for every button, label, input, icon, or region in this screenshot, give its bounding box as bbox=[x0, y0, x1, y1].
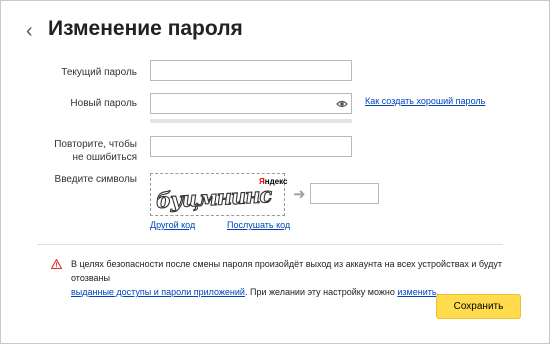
current-password-label: Текущий пароль bbox=[61, 67, 137, 78]
warning-text-1: В целях безопасности после смены пароля … bbox=[71, 259, 502, 283]
current-password-input[interactable] bbox=[150, 60, 352, 81]
warning-text-2: . При желании эту настройку можно bbox=[244, 287, 398, 297]
captcha-input[interactable] bbox=[310, 183, 379, 204]
captcha-text: буцмнинс bbox=[155, 181, 272, 213]
new-password-input[interactable] bbox=[150, 93, 352, 114]
repeat-label-line1: Повторите, чтобы bbox=[54, 139, 137, 150]
eye-icon[interactable] bbox=[336, 98, 348, 110]
page-title: Изменение пароля bbox=[48, 17, 243, 40]
warning-icon bbox=[51, 259, 62, 269]
save-button[interactable]: Сохранить bbox=[436, 294, 521, 319]
listen-code-link[interactable]: Послушать код bbox=[227, 220, 290, 230]
app-passwords-link[interactable]: выданные доступы и пароли приложений bbox=[71, 287, 245, 297]
repeat-password-input[interactable] bbox=[150, 136, 352, 157]
divider bbox=[37, 244, 503, 245]
password-strength-bar bbox=[150, 119, 352, 123]
change-setting-link[interactable]: изменить bbox=[397, 287, 436, 297]
new-password-label: Новый пароль bbox=[70, 98, 137, 109]
arrow-right-icon: ➜ bbox=[293, 186, 306, 203]
good-password-link[interactable]: Как создать хороший пароль bbox=[365, 96, 485, 106]
security-warning: В целях безопасности после смены пароля … bbox=[71, 257, 511, 299]
repeat-password-label: Повторите, чтобы не ошибиться bbox=[17, 138, 137, 164]
back-chevron-icon[interactable]: ‹ bbox=[26, 21, 40, 41]
captcha-image: Яндекс буцмнинс bbox=[150, 173, 287, 216]
other-code-link[interactable]: Другой код bbox=[150, 220, 195, 230]
repeat-label-line2: не ошибиться bbox=[72, 152, 137, 163]
captcha-label: Введите символы bbox=[54, 174, 137, 185]
